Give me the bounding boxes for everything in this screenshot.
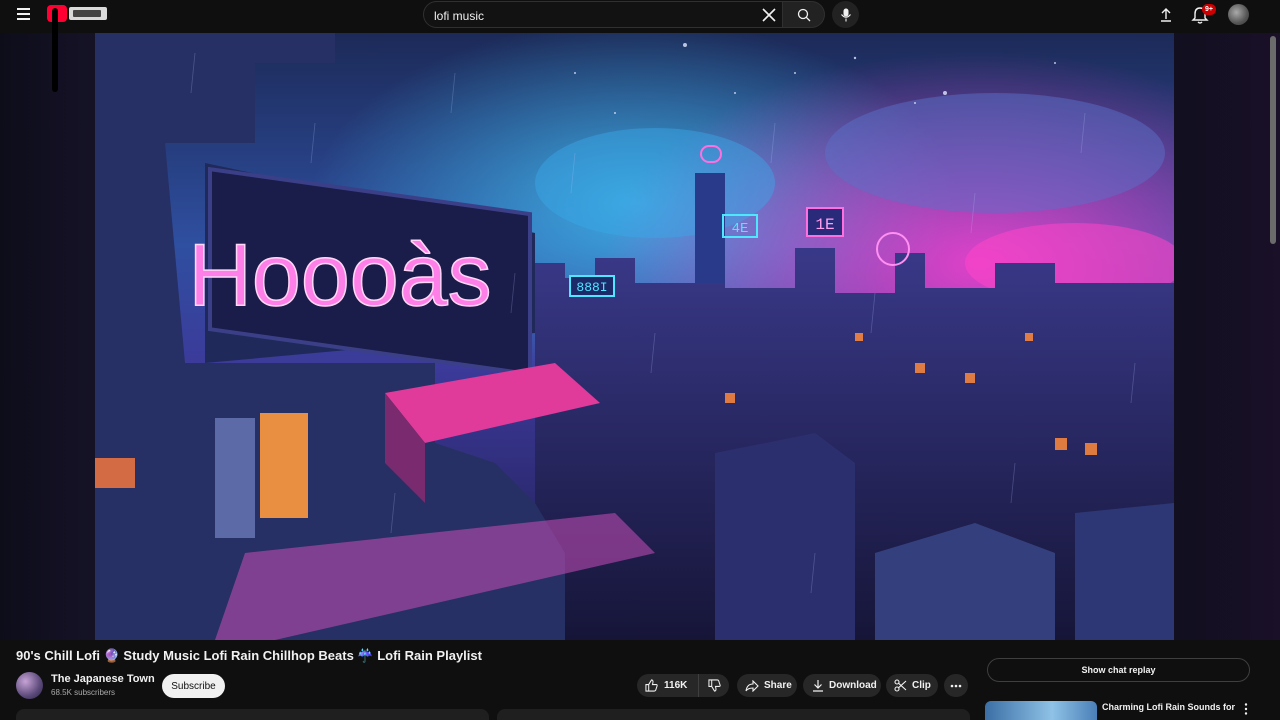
search-input[interactable]: [434, 8, 754, 23]
download-label: Download: [829, 680, 877, 691]
account-avatar[interactable]: [1228, 4, 1249, 25]
more-actions-button[interactable]: [944, 674, 968, 697]
more-horizontal-icon: [950, 684, 962, 687]
building-sign-1-text: 888I: [576, 280, 607, 295]
masthead: 9+: [0, 0, 1280, 30]
share-icon: [745, 679, 759, 692]
hamburger-menu-icon[interactable]: [12, 4, 36, 24]
tower-sign-text: 4E: [732, 221, 749, 237]
channel-avatar[interactable]: [16, 672, 43, 699]
recommendation-thumbnail[interactable]: [985, 701, 1097, 720]
scissors-icon: [894, 679, 907, 692]
search-box: [423, 1, 783, 28]
channel-name[interactable]: The Japanese Town: [51, 673, 155, 685]
more-vertical-icon[interactable]: [1240, 702, 1252, 716]
like-count: 116K: [664, 680, 688, 691]
like-button[interactable]: 116K: [637, 674, 699, 697]
download-icon: [813, 680, 823, 692]
page-scrollbar[interactable]: [1270, 36, 1276, 244]
upload-icon[interactable]: [1156, 5, 1176, 25]
building-sign-2-text: 1E: [815, 216, 834, 234]
share-button[interactable]: Share: [737, 674, 797, 697]
recommendation-title[interactable]: Charming Lofi Rain Sounds for: [1102, 702, 1235, 712]
clip-button[interactable]: Clip: [886, 674, 938, 697]
video-title: 90's Chill Lofi 🔮 Study Music Lofi Rain …: [16, 648, 482, 663]
share-label: Share: [764, 680, 792, 691]
video-player[interactable]: 4E 1E 888I Hoooàs: [95, 33, 1174, 640]
search-button[interactable]: [783, 1, 825, 28]
clip-label: Clip: [912, 680, 931, 691]
video-frame: 4E 1E 888I Hoooàs: [95, 33, 1174, 640]
comments-card[interactable]: [497, 709, 970, 720]
thumbs-up-icon: [645, 679, 658, 692]
search-bar: [423, 1, 825, 28]
notification-count-badge: 9+: [1202, 4, 1216, 15]
neon-sign-text: Hoooàs: [188, 225, 491, 324]
description-card[interactable]: [16, 709, 489, 720]
voice-search-button[interactable]: [832, 1, 859, 28]
logo-badge: [69, 7, 107, 20]
dislike-button[interactable]: [699, 674, 729, 697]
subscriber-count: 68.5K subscribers: [51, 688, 116, 697]
microphone-icon: [840, 8, 851, 21]
like-dislike-group: 116K: [637, 674, 729, 697]
search-icon: [797, 8, 810, 21]
thumbs-down-icon: [707, 679, 721, 692]
subscribe-button[interactable]: Subscribe: [162, 674, 225, 698]
download-button[interactable]: Download: [803, 674, 881, 697]
show-chat-replay-button[interactable]: Show chat replay: [987, 658, 1250, 682]
overlay-stroke: [52, 8, 58, 92]
close-icon[interactable]: [760, 6, 778, 24]
